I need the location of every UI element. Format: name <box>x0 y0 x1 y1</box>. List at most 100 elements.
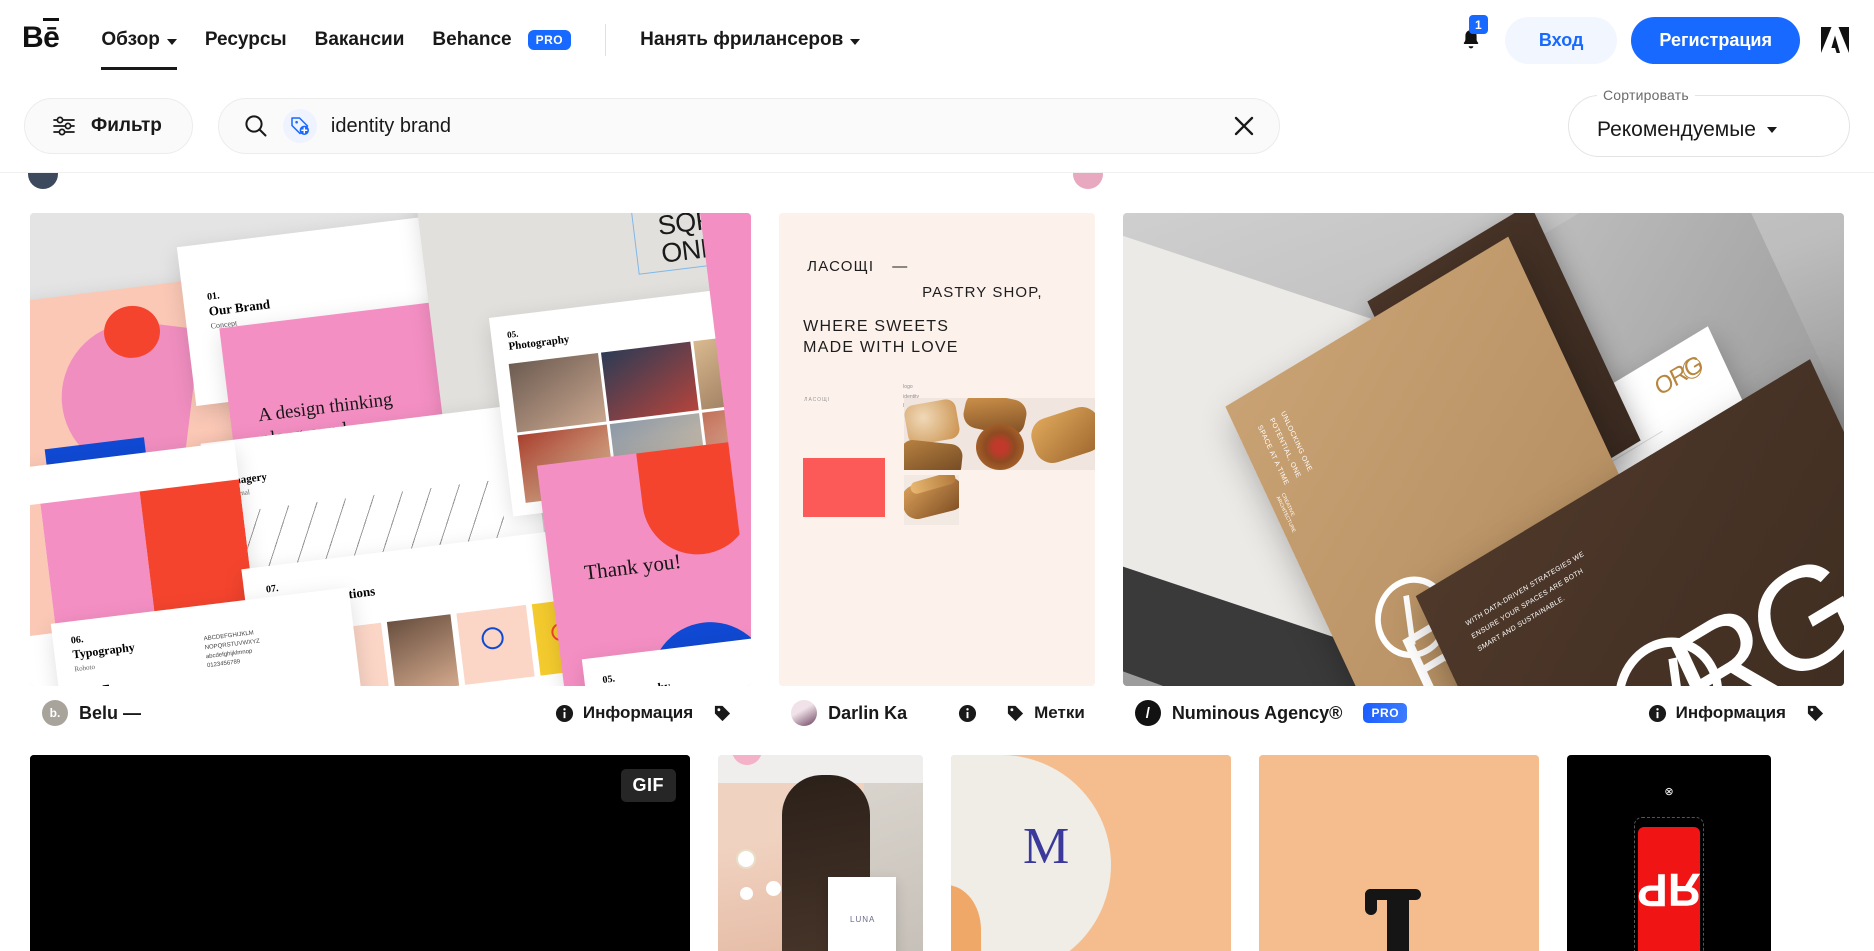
art-text: MADE WITH LOVE <box>803 339 959 356</box>
info-icon <box>959 704 977 722</box>
artwork-m-bottle: M <box>951 755 1231 951</box>
sort-value-text: Рекомендуемые <box>1597 117 1756 141</box>
project-thumbnail[interactable] <box>1259 755 1539 951</box>
project-thumbnail[interactable]: Numinous The ORG identity systemwas deve… <box>1122 213 1844 686</box>
info-action[interactable] <box>958 704 986 723</box>
login-button[interactable]: Вход <box>1504 16 1618 64</box>
info-action[interactable]: Информация <box>1648 703 1786 723</box>
info-icon <box>555 704 573 722</box>
nav-item-label: Ресурсы <box>204 29 287 50</box>
tags-action[interactable]: Метки <box>1006 703 1085 723</box>
tag-icon <box>1008 705 1024 721</box>
search-icon <box>245 115 267 137</box>
project-card[interactable] <box>1259 755 1539 951</box>
info-action-label: Информация <box>1675 703 1786 722</box>
notifications-button[interactable]: 1 <box>1451 15 1491 60</box>
project-thumbnail[interactable]: GIF <box>30 755 690 951</box>
avatar: / <box>1134 700 1161 726</box>
card-actions: Информация <box>1648 703 1834 723</box>
projects-row: rand lines 01. Our Brand Concept <box>30 213 1844 735</box>
sort-label: Сортировать <box>1597 87 1695 103</box>
info-action[interactable]: Информация <box>555 703 693 723</box>
tags-action-label: Метки <box>1034 703 1085 722</box>
art-text: ЛАСОЩІ <box>807 258 875 275</box>
clear-search-icon[interactable] <box>1231 113 1257 139</box>
project-card[interactable]: Numinous The ORG identity systemwas deve… <box>1122 213 1844 735</box>
artwork-pastry-shop: ЛАСОЩІ — PASTRY SHOP, WHERE SWEETS MADE … <box>779 213 1095 686</box>
project-card[interactable]: M <box>951 755 1231 951</box>
add-tag-icon[interactable] <box>282 109 317 143</box>
project-thumbnail[interactable]: LUNA <box>718 755 923 951</box>
art-text: WHERE SWEETS <box>803 318 950 335</box>
art-text: — <box>892 258 908 275</box>
behance-logo[interactable]: Bē <box>22 18 60 57</box>
nav-divider <box>605 24 607 56</box>
avatar <box>1073 173 1103 189</box>
nav-item-label: Обзор <box>101 29 160 50</box>
projects-scroll-area[interactable]: rand lines 01. Our Brand Concept <box>0 173 1874 951</box>
nav-item-label: Behance <box>432 29 512 50</box>
project-card[interactable]: GIF <box>30 755 690 951</box>
info-icon <box>1648 704 1666 722</box>
project-thumbnail[interactable]: ЛАСОЩІ — PASTRY SHOP, WHERE SWEETS MADE … <box>779 213 1095 686</box>
project-card[interactable]: ⊗ ЯP <box>1567 755 1771 951</box>
filter-button[interactable]: Фильтр <box>24 98 193 154</box>
tag-icon <box>715 705 731 721</box>
project-owner[interactable]: b. Belu — <box>42 700 141 726</box>
project-owner[interactable]: / Numinous Agency® PRO <box>1134 700 1408 726</box>
project-card[interactable]: ЛАСОЩІ — PASTRY SHOP, WHERE SWEETS MADE … <box>779 213 1095 735</box>
card-footer: / Numinous Agency® PRO Информация <box>1123 691 1844 735</box>
sort-dropdown[interactable]: Сортировать Рекомендуемые <box>1568 87 1850 157</box>
nav-item-resources[interactable]: Ресурсы <box>191 0 301 80</box>
chevron-down-icon <box>166 38 177 45</box>
signup-button[interactable]: Регистрация <box>1631 16 1800 64</box>
filter-button-label: Фильтр <box>91 115 162 136</box>
tags-action[interactable] <box>1806 704 1834 723</box>
nav-item-hire-freelancers[interactable]: Нанять фрилансеров <box>626 0 874 80</box>
sort-selected-value: Рекомендуемые <box>1597 118 1777 142</box>
tag-icon <box>1807 705 1824 721</box>
project-card[interactable]: LUNA <box>718 755 923 951</box>
nav-item-label: Вакансии <box>314 29 405 50</box>
gif-badge: GIF <box>620 769 676 802</box>
project-thumbnail[interactable]: M <box>951 755 1231 951</box>
project-thumbnail[interactable]: rand lines 01. Our Brand Concept <box>30 213 752 686</box>
chevron-down-icon <box>1767 126 1777 133</box>
owner-name: Belu — <box>79 702 142 723</box>
search-box[interactable]: identity brand <box>217 98 1280 154</box>
pro-badge: PRO <box>527 30 572 50</box>
chevron-down-icon <box>850 38 861 45</box>
main-nav: Обзор Ресурсы Вакансии Behance PRO Нанят… <box>87 0 874 80</box>
projects-row-next: GIF LUNA M ⊗ ЯP <box>30 755 1844 951</box>
sliders-icon <box>53 116 75 136</box>
artwork-org-stationery: Numinous The ORG identity systemwas deve… <box>1122 213 1844 686</box>
previous-row-peek <box>0 173 1874 207</box>
avatar <box>28 173 58 189</box>
artwork-red-black-poster: ⊗ ЯP <box>1567 755 1771 951</box>
project-card[interactable]: rand lines 01. Our Brand Concept <box>30 213 752 735</box>
artwork-black-gif <box>30 755 690 951</box>
card-footer: Darlin Ka Метки <box>779 691 1095 735</box>
project-owner[interactable]: Darlin Ka <box>791 700 907 726</box>
owner-name: Numinous Agency® <box>1171 702 1343 723</box>
nav-item-behance-pro[interactable]: Behance PRO <box>418 0 585 80</box>
artwork-jewelry-portrait: LUNA <box>718 755 923 951</box>
top-header: Bē Обзор Ресурсы Вакансии Behance PRO На… <box>0 0 1874 80</box>
tags-action[interactable] <box>713 704 741 723</box>
info-action-label: Информация <box>582 703 694 722</box>
card-actions: Метки <box>958 703 1085 723</box>
search-input[interactable]: identity brand <box>331 115 1217 138</box>
avatar: b. <box>42 700 68 726</box>
project-thumbnail[interactable]: ⊗ ЯP <box>1567 755 1771 951</box>
card-actions: Информация <box>555 703 741 723</box>
avatar <box>791 700 818 726</box>
projects-grid: rand lines 01. Our Brand Concept <box>0 213 1874 951</box>
nav-item-label: Нанять фрилансеров <box>640 29 844 50</box>
adobe-logo-icon[interactable] <box>1820 26 1850 54</box>
nav-item-jobs[interactable]: Вакансии <box>301 0 419 80</box>
nav-item-browse[interactable]: Обзор <box>87 0 190 80</box>
filter-bar: Фильтр identity brand Сортировать Рекоме… <box>0 80 1874 173</box>
notification-count-badge: 1 <box>1468 15 1488 34</box>
owner-name: Darlin Ka <box>828 702 908 723</box>
artwork-pump-bottle <box>1259 755 1539 951</box>
